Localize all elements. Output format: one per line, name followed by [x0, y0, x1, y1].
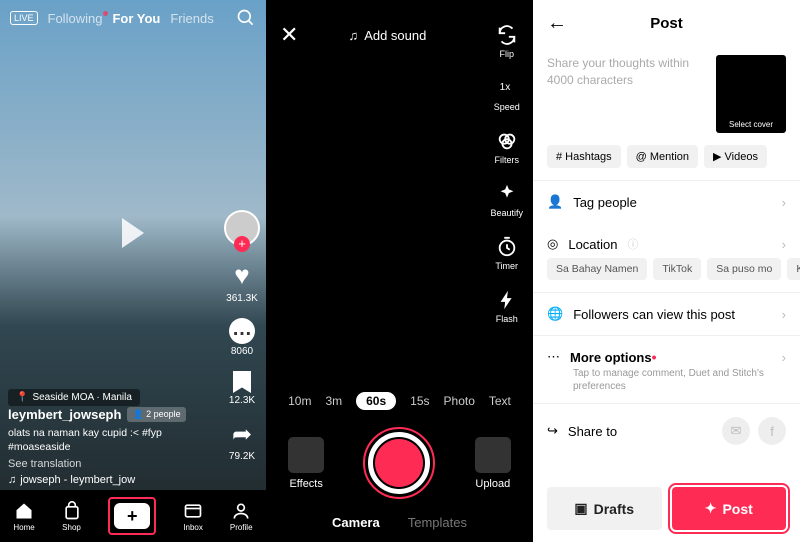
search-icon[interactable]: [236, 8, 256, 28]
chevron-right-icon: ›: [782, 307, 786, 322]
chevron-right-icon: ›: [782, 195, 786, 210]
duration-10m[interactable]: 10m: [288, 394, 311, 408]
record-button[interactable]: [368, 432, 430, 494]
plus-icon: +: [114, 503, 150, 529]
tag-people-row[interactable]: 👤Tag people›: [533, 181, 800, 223]
bottom-nav: Home Shop + Inbox Profile: [0, 490, 266, 542]
duration-text[interactable]: Text: [489, 394, 511, 408]
chevron-right-icon: ›: [782, 350, 786, 365]
svg-text:1x: 1x: [499, 82, 510, 93]
caption: olats na naman kay cupid :< #fyp #moasea…: [8, 426, 210, 455]
chevron-right-icon: ›: [782, 237, 786, 252]
post-button[interactable]: ✦Post: [672, 487, 787, 530]
live-badge[interactable]: LIVE: [10, 11, 38, 25]
bookmark-icon: [233, 371, 251, 393]
effects-button[interactable]: Effects: [288, 437, 324, 490]
author-avatar[interactable]: [224, 210, 260, 246]
loc-sug[interactable]: Sa puso mo: [707, 258, 781, 280]
pin-icon: ◎: [547, 236, 558, 252]
loc-sug[interactable]: KAHIT SA: [787, 258, 800, 280]
drafts-button[interactable]: ▣Drafts: [547, 487, 662, 530]
duration-row: 10m 3m 60s 15s Photo Text: [266, 392, 533, 410]
duration-15s[interactable]: 15s: [410, 394, 429, 408]
timer-tool[interactable]: Timer: [490, 236, 523, 271]
flip-tool[interactable]: Flip: [490, 24, 523, 59]
speed-tool[interactable]: 1xSpeed: [490, 77, 523, 112]
nav-shop[interactable]: Shop: [62, 501, 82, 532]
pin-icon: 📍: [16, 392, 28, 403]
action-rail: 361.3K 8060 12.3K 79.2K: [224, 210, 260, 462]
globe-icon: 🌐: [547, 306, 563, 322]
chip-hashtags[interactable]: # Hashtags: [547, 145, 621, 168]
duration-photo[interactable]: Photo: [444, 394, 475, 408]
people-count[interactable]: 👤 2 people: [127, 407, 185, 422]
duration-3m[interactable]: 3m: [325, 394, 342, 408]
visibility-row[interactable]: 🌐Followers can view this post›: [533, 293, 800, 335]
post-screen: ← Post Share your thoughts within 4000 c…: [533, 0, 800, 542]
loc-sug[interactable]: Sa Bahay Namen: [547, 258, 647, 280]
share-button[interactable]: 79.2K: [229, 420, 255, 462]
person-icon: 👤: [547, 194, 563, 210]
nav-friends[interactable]: Friends: [170, 11, 213, 26]
share-icon: [232, 420, 252, 449]
nav-for-you[interactable]: For You: [112, 11, 160, 26]
nav-inbox[interactable]: Inbox: [183, 501, 203, 532]
nav-profile[interactable]: Profile: [230, 501, 253, 532]
heart-icon: [234, 260, 249, 291]
loc-sug[interactable]: TikTok: [653, 258, 701, 280]
top-nav: LIVE Following For You Friends: [0, 8, 266, 28]
share-to-row: ↪Share to ✉ f: [533, 404, 800, 458]
close-icon[interactable]: ✕: [280, 22, 298, 48]
sparkle-icon: ✦: [705, 500, 717, 517]
share-facebook[interactable]: f: [758, 417, 786, 445]
chip-mention[interactable]: @ Mention: [627, 145, 698, 168]
upload-button[interactable]: Upload: [475, 437, 511, 490]
camera-screen: ✕ ♫Add sound Flip 1xSpeed Filters Beauti…: [266, 0, 533, 542]
play-icon[interactable]: [122, 218, 144, 248]
video-info: leymbert_jowseph 👤 2 people olats na nam…: [8, 407, 210, 486]
add-sound-button[interactable]: ♫Add sound: [348, 28, 426, 43]
mode-templates[interactable]: Templates: [408, 515, 467, 530]
more-options-sub: Tap to manage comment, Duet and Stitch's…: [533, 367, 800, 403]
chip-videos[interactable]: ▶ Videos: [704, 145, 767, 168]
mode-camera[interactable]: Camera: [332, 515, 380, 530]
nav-home[interactable]: Home: [13, 501, 34, 532]
page-title: Post: [547, 15, 786, 32]
music-row[interactable]: ♫jowseph - leymbert_jow: [8, 474, 210, 486]
username[interactable]: leymbert_jowseph: [8, 407, 121, 422]
location-pill[interactable]: 📍Seaside MOA · Manila: [8, 389, 140, 406]
nav-following[interactable]: Following: [48, 11, 103, 26]
select-cover[interactable]: Select cover: [716, 55, 786, 133]
location-suggestions: Sa Bahay Namen TikTok Sa puso mo KAHIT S…: [533, 258, 800, 292]
share-messenger[interactable]: ✉: [722, 417, 750, 445]
feed-screen: LIVE Following For You Friends 361.3K 80…: [0, 0, 266, 542]
location-row[interactable]: ◎Locationⓘ›: [533, 223, 800, 258]
like-button[interactable]: 361.3K: [226, 260, 258, 304]
share-icon: ↪: [547, 423, 558, 439]
flash-tool[interactable]: Flash: [490, 289, 523, 324]
camera-tools: Flip 1xSpeed Filters Beautify Timer Flas…: [490, 24, 523, 324]
bookmark-button[interactable]: 12.3K: [229, 371, 255, 406]
duration-60s[interactable]: 60s: [356, 392, 396, 410]
comment-button[interactable]: 8060: [229, 318, 255, 357]
see-translation[interactable]: See translation: [8, 458, 210, 470]
create-button[interactable]: +: [108, 497, 156, 535]
music-icon: ♫: [8, 474, 16, 486]
caption-input[interactable]: Share your thoughts within 4000 characte…: [547, 55, 706, 133]
beautify-tool[interactable]: Beautify: [490, 183, 523, 218]
mode-row: Camera Templates: [266, 515, 533, 530]
filters-tool[interactable]: Filters: [490, 130, 523, 165]
dots-icon: ⋯: [547, 349, 560, 365]
more-options-row[interactable]: ⋯More options•›: [533, 336, 800, 367]
drafts-icon: ▣: [574, 500, 587, 517]
comment-icon: [229, 318, 255, 344]
music-icon: ♫: [348, 28, 358, 43]
